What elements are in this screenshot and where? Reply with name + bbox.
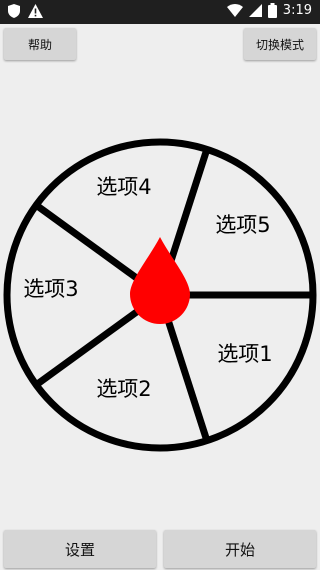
wheel-option-3: 选项3 (23, 277, 78, 301)
warning-icon (28, 4, 43, 18)
drop-pointer-icon[interactable] (130, 237, 190, 324)
status-time: 3:19 (282, 3, 312, 18)
battery-icon (267, 3, 277, 18)
spin-wheel[interactable]: 选项1 选项2 选项3 选项4 选项5 (0, 130, 320, 460)
help-button[interactable]: 帮助 (4, 28, 76, 60)
settings-button[interactable]: 设置 (4, 530, 156, 568)
signal-icon (248, 4, 262, 17)
wheel-option-4: 选项4 (96, 175, 151, 199)
wheel-option-1: 选项1 (217, 342, 272, 366)
wifi-icon (226, 4, 243, 17)
status-bar: 3:19 (0, 0, 320, 24)
start-button[interactable]: 开始 (164, 530, 316, 568)
wheel-option-2: 选项2 (96, 377, 151, 401)
switch-mode-button[interactable]: 切换模式 (244, 28, 316, 60)
wheel-option-5: 选项5 (215, 213, 270, 237)
shield-icon (8, 4, 20, 18)
